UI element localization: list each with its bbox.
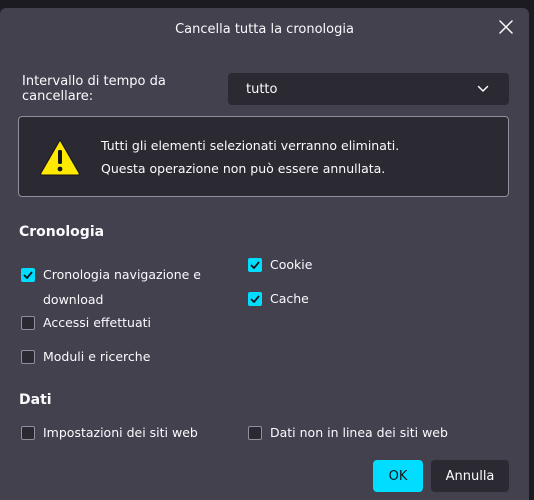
checkbox-box[interactable] [248, 292, 262, 306]
checkbox-logins[interactable]: Accessi effettuati [21, 315, 151, 335]
time-range-value: tutto [246, 81, 278, 97]
warning-line-1: Tutti gli elementi selezionati verranno … [101, 137, 400, 153]
checkbox-forms[interactable]: Moduli e ricerche [21, 349, 150, 369]
checkbox-browsing-history[interactable]: Cronologia navigazione e download [21, 267, 211, 312]
checkbox-cache[interactable]: Cache [248, 291, 309, 311]
checkmark-icon [250, 295, 260, 303]
checkbox-label: Moduli e ricerche [43, 349, 151, 364]
close-icon [499, 20, 513, 34]
checkmark-icon [250, 261, 260, 269]
checkbox-box[interactable] [248, 258, 262, 272]
checkbox-box[interactable] [21, 316, 35, 330]
close-button[interactable] [497, 18, 515, 36]
time-range-row: Intervallo di tempo da cancellare: tutto [22, 73, 509, 105]
time-range-label: Intervallo di tempo da cancellare: [22, 74, 166, 104]
ok-button[interactable]: OK [373, 460, 423, 492]
checkbox-label: Accessi effettuati [43, 315, 151, 330]
checkbox-offline-data[interactable]: Dati non in linea dei siti web [248, 425, 448, 445]
time-range-select[interactable]: tutto [228, 73, 509, 105]
checkmark-icon [23, 271, 33, 279]
cancel-button[interactable]: Annulla [431, 460, 509, 492]
checkbox-label: Cookie [270, 257, 313, 272]
checkbox-cookies[interactable]: Cookie [248, 257, 312, 277]
data-section-title: Dati [19, 392, 52, 408]
history-section-title: Cronologia [19, 224, 105, 240]
warning-message: Tutti gli elementi selezionati verranno … [18, 116, 509, 197]
checkbox-site-settings[interactable]: Impostazioni dei siti web [21, 425, 198, 445]
checkbox-box[interactable] [21, 350, 35, 364]
chevron-down-icon [477, 85, 489, 92]
clear-history-dialog: Cancella tutta la cronologia Intervallo … [0, 8, 529, 500]
checkbox-box[interactable] [248, 426, 262, 440]
checkbox-box[interactable] [21, 426, 35, 440]
checkbox-label: Impostazioni dei siti web [43, 425, 198, 440]
dialog-titlebar: Cancella tutta la cronologia [0, 8, 529, 50]
checkbox-label: Cache [270, 291, 309, 306]
checkbox-box[interactable] [21, 268, 35, 282]
checkbox-label: Dati non in linea dei siti web [270, 425, 448, 440]
warning-line-2: Questa operazione non può essere annulla… [101, 160, 386, 176]
dialog-title: Cancella tutta la cronologia [175, 21, 354, 37]
warning-text: Tutti gli elementi selezionati verranno … [101, 134, 399, 180]
background-window [0, 0, 534, 8]
warning-icon [40, 138, 80, 175]
checkbox-label: Cronologia navigazione e download [43, 267, 201, 307]
